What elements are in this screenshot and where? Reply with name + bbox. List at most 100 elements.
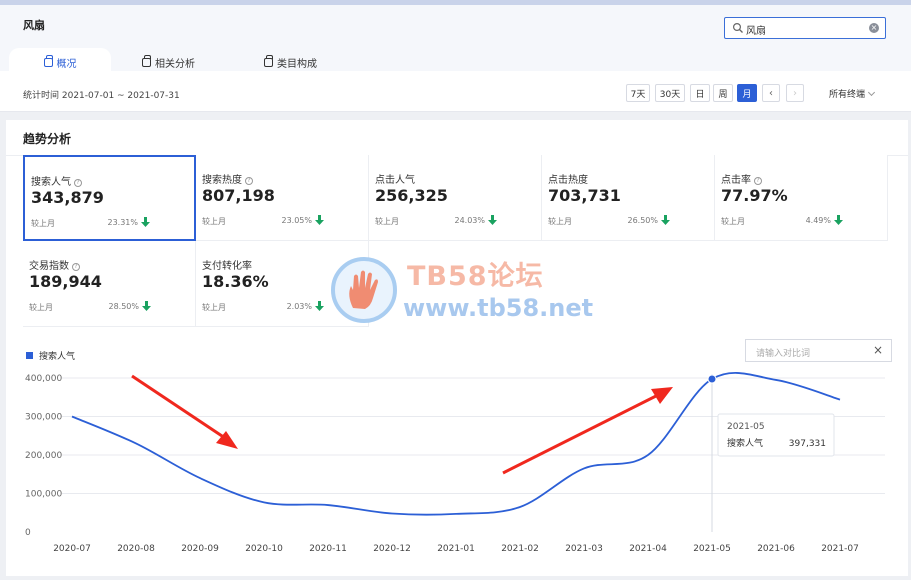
x-tick-label: 2021-01 [437,544,475,554]
x-tick-label: 2021-05 [693,544,731,554]
metric-compare-label: 较上月 [721,217,745,226]
metric-value: 807,198 [202,186,275,205]
metric-change: 2.03% [286,302,312,311]
bag-icon [142,54,151,67]
y-tick-label: 100,000 [25,490,62,500]
metric-change: 26.50% [627,216,658,225]
hand-icon [349,270,378,309]
x-tick-label: 2020-09 [181,544,219,554]
metric-value: 343,879 [31,188,104,207]
x-tick-label: 2020-10 [245,544,283,554]
metric-compare-label: 较上月 [29,303,53,312]
metric-value: 18.36% [202,272,269,291]
metric-compare-label: 较上月 [548,217,572,226]
metric-card-click-rate[interactable]: 点击率? 77.97% 较上月 4.49% [715,155,888,241]
metric-value: 703,731 [548,186,621,205]
metric-compare-label: 较上月 [202,217,226,226]
arrow-down-icon [834,215,843,225]
page-title: 风扇 [23,19,45,32]
arrow-down-icon [315,215,324,225]
x-tick-label: 2021-03 [565,544,603,554]
next-period-button[interactable]: › [786,84,804,102]
compare-term-input[interactable]: 请输入对比词 × [745,339,892,362]
terminal-label: 所有终端 [829,90,866,100]
legend-swatch [26,352,33,359]
x-tick-label: 2020-07 [53,544,91,554]
filter-bar: 统计时间 2021-07-01 ~ 2021-07-31 7天 30天 日 周 … [0,71,911,112]
panel-title: 趋势分析 [23,132,72,146]
chevron-down-icon [867,88,876,97]
metric-compare-label: 较上月 [31,219,55,228]
x-tick-label: 2021-02 [501,544,539,554]
bag-icon [43,54,53,67]
chevron-left-icon: ‹ [769,87,773,99]
range-day-button[interactable]: 日 [690,84,710,102]
x-tick-label: 2021-07 [821,544,859,554]
metric-label: 交易指数? [29,257,80,272]
arrow-down-icon [315,301,324,311]
metric-card-search-heat[interactable]: 搜索热度? 807,198 较上月 23.05% [196,155,369,241]
period-text: 统计时间 2021-07-01 ~ 2021-07-31 [23,91,180,101]
tooltip-label: 搜索人气 [727,437,763,449]
metric-card-click-popularity[interactable]: 点击人气 256,325 较上月 24.03% [369,155,542,241]
search-icon [732,22,743,33]
tooltip-box [717,413,835,457]
chart-legend[interactable]: 搜索人气 [26,349,75,362]
x-tick-label: 2020-11 [309,544,347,554]
y-tick-label: 0 [25,528,31,538]
tooltip-value: 397,331 [789,439,826,449]
tab-label: 概况 [56,58,77,70]
arrow-down-icon [488,215,497,225]
help-icon[interactable]: ? [754,177,762,185]
y-tick-label: 300,000 [25,413,62,423]
range-7d-button[interactable]: 7天 [626,84,650,102]
metric-label: 点击率? [721,171,762,186]
metric-label: 搜索人气? [31,173,82,188]
tab-label: 相关分析 [155,58,195,70]
metric-value: 256,325 [375,186,448,205]
prev-period-button[interactable]: ‹ [762,84,780,102]
terminal-select[interactable]: 所有终端 [829,87,876,100]
search-input[interactable]: 风扇 × [724,17,886,39]
bag-icon [264,54,273,67]
metric-card-search-popularity[interactable]: 搜索人气? 343,879 较上月 23.31% [23,155,196,241]
help-icon[interactable]: ? [74,179,82,187]
metric-value: 189,944 [29,272,102,291]
metric-label: 支付转化率 [202,261,252,272]
metric-value: 77.97% [721,186,788,205]
close-icon[interactable]: × [873,343,883,357]
tab-label: 类目构成 [277,58,317,70]
x-tick-label: 2021-04 [629,544,667,554]
watermark-url: www.tb58.net [403,294,594,322]
metric-card-trade-index[interactable]: 交易指数? 189,944 较上月 28.50% [23,241,196,327]
metric-change: 23.05% [281,216,312,225]
compare-placeholder: 请输入对比词 [756,349,811,359]
metric-card-click-heat[interactable]: 点击热度 703,731 较上月 26.50% [542,155,715,241]
trend-panel: 趋势分析 搜索人气? 343,879 较上月 23.31% 搜索热度? 807,… [6,120,908,576]
help-icon[interactable]: ? [245,177,253,185]
search-value: 风扇 [746,26,766,37]
arrow-down-icon [141,217,150,227]
range-month-button[interactable]: 月 [737,84,757,102]
metric-compare-label: 较上月 [375,217,399,226]
metric-label: 搜索热度? [202,171,253,186]
clear-search-icon[interactable]: × [869,23,879,33]
chevron-right-icon: › [793,87,797,99]
arrow-down-icon [142,301,151,311]
metric-compare-label: 较上月 [202,303,226,312]
metric-label: 点击人气 [375,175,415,186]
metric-change: 24.03% [454,216,485,225]
x-tick-label: 2020-08 [117,544,155,554]
metric-change: 4.49% [805,216,831,225]
data-point [707,374,717,384]
range-week-button[interactable]: 周 [713,84,733,102]
help-icon[interactable]: ? [72,263,80,271]
arrow-down-icon [661,215,670,225]
metric-change: 23.31% [107,218,138,227]
y-tick-label: 400,000 [25,374,62,384]
y-tick-label: 200,000 [25,451,62,461]
tooltip-date: 2021-05 [727,422,765,432]
watermark: TB58论坛 www.tb58.net [331,254,594,330]
x-tick-label: 2021-06 [757,544,795,554]
range-30d-button[interactable]: 30天 [655,84,685,102]
